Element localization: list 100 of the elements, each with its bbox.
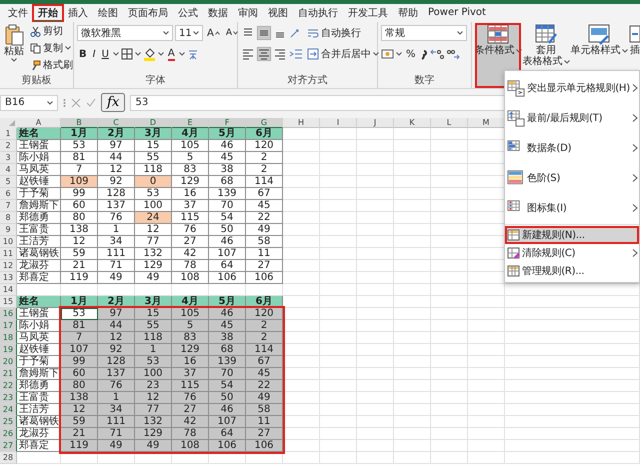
empty-cell[interactable] (357, 236, 394, 248)
table-cell[interactable]: 44 (98, 152, 135, 164)
ribbon-tab[interactable]: 帮助 (393, 5, 423, 22)
ribbon-tab[interactable]: 视图 (263, 5, 293, 22)
empty-cell[interactable] (357, 428, 394, 440)
table-cell[interactable]: 138 (61, 224, 98, 236)
empty-cell[interactable] (468, 356, 505, 368)
table-cell[interactable]: 陈小娟 (17, 152, 61, 164)
empty-cell[interactable] (431, 428, 468, 440)
menu-item[interactable]: 色阶(S) (505, 163, 639, 193)
empty-cell[interactable] (431, 380, 468, 392)
empty-cell[interactable] (505, 296, 640, 308)
empty-cell[interactable] (431, 164, 468, 176)
table-cell[interactable]: 44 (98, 320, 135, 332)
insert-function-button[interactable]: fx (101, 93, 126, 112)
table-cell[interactable]: 诸葛钢铁 (17, 248, 61, 260)
empty-cell[interactable] (61, 452, 98, 464)
empty-cell[interactable] (468, 428, 505, 440)
empty-cell[interactable] (468, 440, 505, 452)
ribbon-tab[interactable]: 绘图 (93, 5, 123, 22)
table-cell[interactable]: 2 (246, 320, 283, 332)
empty-cell[interactable] (320, 368, 357, 380)
ribbon-tab[interactable]: 自动执行 (293, 5, 343, 22)
table-cell[interactable]: 11 (246, 416, 283, 428)
column-header[interactable]: D (135, 118, 172, 128)
table-cell[interactable]: 42 (172, 248, 209, 260)
empty-cell[interactable] (394, 392, 431, 404)
table-cell[interactable]: 53 (61, 140, 98, 152)
empty-cell[interactable] (431, 236, 468, 248)
empty-cell[interactable] (283, 164, 320, 176)
table-cell[interactable]: 108 (172, 440, 209, 452)
table-cell[interactable]: 78 (172, 428, 209, 440)
empty-cell[interactable] (283, 284, 320, 296)
table-cell[interactable]: 16 (172, 356, 209, 368)
empty-cell[interactable] (283, 212, 320, 224)
empty-cell[interactable] (431, 332, 468, 344)
row-header[interactable]: 21 (0, 368, 17, 380)
table-cell[interactable]: 16 (172, 188, 209, 200)
table-cell[interactable]: 马凤英 (17, 164, 61, 176)
empty-cell[interactable] (320, 320, 357, 332)
empty-cell[interactable] (320, 392, 357, 404)
empty-cell[interactable] (394, 260, 431, 272)
row-header[interactable]: 8 (0, 212, 17, 224)
row-header[interactable]: 11 (0, 248, 17, 260)
table-cell[interactable]: 71 (98, 260, 135, 272)
menu-item[interactable]: 新建规则(N)... (505, 226, 639, 244)
table-cell[interactable]: 99 (61, 356, 98, 368)
empty-cell[interactable] (320, 428, 357, 440)
font-size-field[interactable]: 11 (175, 25, 203, 41)
empty-cell[interactable] (394, 320, 431, 332)
table-cell[interactable]: 1 (135, 344, 172, 356)
indent-icon[interactable] (289, 48, 303, 60)
table-cell[interactable]: 1 (98, 224, 135, 236)
row-header[interactable]: 1 (0, 128, 17, 140)
header-cell[interactable]: 2月 (98, 128, 135, 140)
empty-cell[interactable] (320, 188, 357, 200)
horizontal-align-icon[interactable] (273, 47, 287, 61)
empty-cell[interactable] (357, 152, 394, 164)
ribbon-tab[interactable]: 文件 (3, 5, 33, 22)
empty-cell[interactable] (505, 440, 640, 452)
empty-cell[interactable] (394, 440, 431, 452)
empty-cell[interactable] (357, 320, 394, 332)
table-cell[interactable]: 王钢蛋 (17, 140, 61, 152)
table-cell[interactable]: 15 (135, 140, 172, 152)
empty-cell[interactable] (320, 284, 357, 296)
empty-cell[interactable] (357, 224, 394, 236)
empty-cell[interactable] (357, 200, 394, 212)
empty-cell[interactable] (320, 200, 357, 212)
table-cell[interactable]: 53 (135, 356, 172, 368)
header-cell[interactable]: 6月 (246, 128, 283, 140)
table-cell[interactable]: 46 (209, 404, 246, 416)
table-cell[interactable]: 76 (172, 224, 209, 236)
table-cell[interactable]: 49 (246, 224, 283, 236)
row-header[interactable]: 17 (0, 320, 17, 332)
column-header[interactable]: B (61, 118, 98, 128)
table-cell[interactable]: 34 (98, 404, 135, 416)
table-cell[interactable]: 92 (98, 344, 135, 356)
row-header[interactable]: 25 (0, 416, 17, 428)
table-cell[interactable]: 49 (135, 272, 172, 284)
row-header[interactable]: 14 (0, 284, 17, 296)
header-cell[interactable]: 姓名 (17, 296, 61, 308)
table-cell[interactable]: 107 (61, 344, 98, 356)
table-cell[interactable]: 38 (209, 164, 246, 176)
table-cell[interactable]: 128 (98, 188, 135, 200)
vertical-align-icon[interactable] (257, 26, 271, 40)
row-header[interactable]: 27 (0, 440, 17, 452)
table-cell[interactable]: 22 (246, 212, 283, 224)
empty-cell[interactable] (431, 140, 468, 152)
row-header[interactable]: 18 (0, 332, 17, 344)
row-header[interactable]: 23 (0, 392, 17, 404)
empty-cell[interactable] (394, 296, 431, 308)
table-cell[interactable]: 46 (209, 308, 246, 320)
empty-cell[interactable] (468, 296, 505, 308)
empty-cell[interactable] (431, 392, 468, 404)
empty-cell[interactable] (320, 440, 357, 452)
increase-decimal-icon[interactable] (430, 48, 444, 60)
table-cell[interactable]: 49 (98, 272, 135, 284)
empty-cell[interactable] (283, 200, 320, 212)
header-cell[interactable]: 1月 (61, 128, 98, 140)
table-cell[interactable]: 49 (135, 440, 172, 452)
